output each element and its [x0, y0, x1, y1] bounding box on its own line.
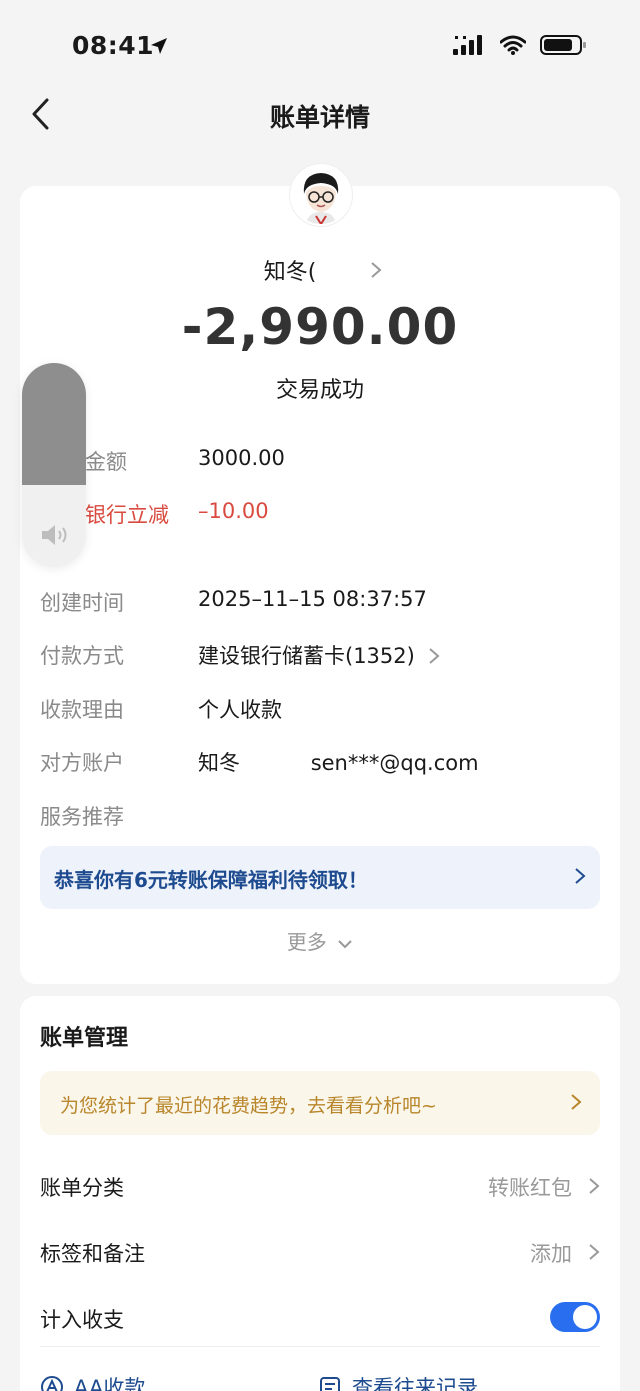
- payment-method-value: 建设银行储蓄卡(1352): [198, 644, 415, 668]
- detail-value: 3000.00: [198, 446, 285, 470]
- detail-row-counterparty: 对方账户 知冬 sen***@qq.com: [40, 747, 600, 777]
- status-indicators: [452, 34, 588, 60]
- battery-icon: [540, 34, 588, 60]
- navigation-bar: 账单详情: [0, 86, 640, 142]
- detail-row-amount: 金额 3000.00: [40, 446, 600, 476]
- detail-row-created-time: 创建时间 2025–11–15 08:37:57: [40, 587, 600, 617]
- detail-label: 银行立减: [85, 503, 169, 527]
- spending-trend-tip[interactable]: 为您统计了最近的花费趋势，去看看分析吧~: [40, 1071, 600, 1135]
- detail-row-payment-method[interactable]: 付款方式 建设银行储蓄卡(1352): [40, 640, 600, 670]
- counterparty-name: 知冬: [198, 751, 240, 775]
- row-label: 标签和备注: [40, 1242, 145, 1266]
- volume-indicator: [22, 363, 86, 567]
- chevron-right-icon: [588, 1242, 600, 1266]
- chevron-right-icon: [574, 867, 586, 889]
- transaction-status: 交易成功: [275, 378, 364, 403]
- detail-label: 金额: [85, 450, 127, 474]
- row-value: 转账红包: [488, 1176, 572, 1200]
- detail-value: 个人收款: [198, 698, 282, 722]
- bill-category-row[interactable]: 账单分类 转账红包: [40, 1170, 600, 1204]
- row-label: 计入收支: [40, 1308, 124, 1332]
- include-in-budget-toggle[interactable]: [550, 1302, 600, 1332]
- detail-label: 对方账户: [40, 751, 124, 775]
- chevron-right-icon: [570, 1093, 582, 1115]
- detail-row-bank-discount: 银行立减 –10.00: [40, 499, 600, 529]
- chevron-down-icon: [338, 939, 352, 948]
- more-label: 更多: [286, 930, 327, 954]
- detail-row-service: 服务推荐: [40, 801, 600, 831]
- detail-value: 2025–11–15 08:37:57: [198, 587, 427, 611]
- detail-value: –10.00: [198, 499, 269, 523]
- row-label: 账单分类: [40, 1176, 124, 1200]
- toggle-knob: [573, 1305, 597, 1329]
- view-history-button[interactable]: 查看往来记录: [318, 1372, 478, 1391]
- row-value: 添加: [530, 1242, 572, 1266]
- view-history-label: 查看往来记录: [352, 1376, 478, 1391]
- aa-icon: [41, 1376, 63, 1391]
- chevron-right-icon: [428, 648, 440, 664]
- location-arrow-icon: [149, 36, 169, 60]
- speaker-icon: [40, 523, 70, 551]
- promo-banner[interactable]: 恭喜你有6元转账保障福利待领取！: [40, 846, 600, 909]
- detail-value: 知冬 sen***@qq.com: [198, 747, 479, 777]
- detail-label: 服务推荐: [40, 805, 124, 829]
- section-title: 账单管理: [40, 1026, 129, 1051]
- counterparty-email: sen***@qq.com: [310, 751, 479, 775]
- status-bar: 08:41: [0, 0, 640, 92]
- cellular-signal-icon: [452, 34, 486, 60]
- include-in-budget-row: 计入收支: [40, 1302, 600, 1336]
- chevron-right-icon: [370, 260, 382, 285]
- page-title: 账单详情: [269, 103, 370, 132]
- payee-row[interactable]: 知冬(: [0, 254, 640, 286]
- aa-collect-label: AA收款: [74, 1376, 146, 1391]
- detail-value: 建设银行储蓄卡(1352): [198, 640, 440, 670]
- tip-text: 为您统计了最近的花费趋势，去看看分析吧~: [60, 1095, 437, 1117]
- wifi-icon: [499, 35, 527, 59]
- detail-label: 付款方式: [40, 644, 124, 668]
- divider: [40, 1346, 600, 1347]
- avatar[interactable]: [290, 164, 352, 226]
- payee-name: 知冬(: [263, 260, 317, 285]
- promo-text: 恭喜你有6元转账保障福利待领取！: [54, 868, 368, 892]
- transaction-amount: -2,990.00: [181, 298, 459, 356]
- detail-row-reason: 收款理由 个人收款: [40, 694, 600, 724]
- chevron-right-icon: [588, 1176, 600, 1200]
- aa-collect-button[interactable]: AA收款: [40, 1372, 145, 1391]
- tags-notes-row[interactable]: 标签和备注 添加: [40, 1236, 600, 1270]
- status-time: 08:41: [72, 31, 155, 60]
- detail-label: 创建时间: [40, 591, 124, 615]
- volume-level: [22, 363, 86, 486]
- detail-label: 收款理由: [40, 698, 124, 722]
- more-button[interactable]: 更多: [0, 926, 640, 955]
- list-icon: [320, 1377, 340, 1391]
